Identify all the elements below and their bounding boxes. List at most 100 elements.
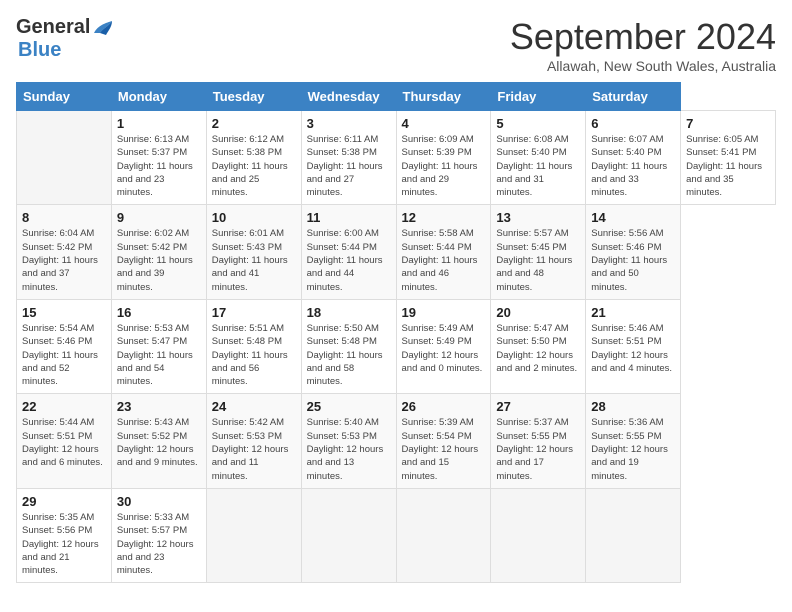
- day-info: Sunrise: 6:01 AMSunset: 5:43 PMDaylight:…: [212, 227, 296, 293]
- sunset-text: Sunset: 5:42 PM: [22, 242, 92, 253]
- daylight-minutes: and and 27 minutes.: [307, 174, 355, 198]
- day-info: Sunrise: 5:50 AMSunset: 5:48 PMDaylight:…: [307, 322, 391, 388]
- daylight-label: Daylight: 11 hours: [496, 161, 572, 172]
- sunset-text: Sunset: 5:56 PM: [22, 525, 92, 536]
- sunset-text: Sunset: 5:52 PM: [117, 431, 187, 442]
- calendar-cell: 29Sunrise: 5:35 AMSunset: 5:56 PMDayligh…: [17, 488, 112, 582]
- sunset-text: Sunset: 5:48 PM: [212, 336, 282, 347]
- sunset-text: Sunset: 5:40 PM: [591, 147, 661, 158]
- daylight-label: Daylight: 11 hours: [117, 255, 193, 266]
- sunset-text: Sunset: 5:41 PM: [686, 147, 756, 158]
- sunset-text: Sunset: 5:46 PM: [22, 336, 92, 347]
- day-number: 7: [686, 116, 770, 131]
- day-number: 30: [117, 494, 201, 509]
- sunset-text: Sunset: 5:53 PM: [212, 431, 282, 442]
- calendar-cell: 19Sunrise: 5:49 AMSunset: 5:49 PMDayligh…: [396, 299, 491, 393]
- day-number: 2: [212, 116, 296, 131]
- page-header: General Blue September 2024 Allawah, New…: [16, 16, 776, 74]
- sunrise-text: Sunrise: 6:02 AM: [117, 228, 189, 239]
- day-number: 27: [496, 399, 580, 414]
- calendar-cell: 16Sunrise: 5:53 AMSunset: 5:47 PMDayligh…: [111, 299, 206, 393]
- calendar-cell: 17Sunrise: 5:51 AMSunset: 5:48 PMDayligh…: [206, 299, 301, 393]
- sunset-text: Sunset: 5:44 PM: [307, 242, 377, 253]
- daylight-label: Daylight: 11 hours: [212, 161, 288, 172]
- day-number: 9: [117, 210, 201, 225]
- sunset-text: Sunset: 5:42 PM: [117, 242, 187, 253]
- sunrise-text: Sunrise: 6:12 AM: [212, 134, 284, 145]
- day-number: 28: [591, 399, 675, 414]
- daylight-label: Daylight: 11 hours: [117, 350, 193, 361]
- column-header-friday: Friday: [491, 83, 586, 111]
- calendar-cell: 11Sunrise: 6:00 AMSunset: 5:44 PMDayligh…: [301, 205, 396, 299]
- sunrise-text: Sunrise: 5:36 AM: [591, 417, 663, 428]
- daylight-minutes: and and 31 minutes.: [496, 174, 544, 198]
- day-number: 22: [22, 399, 106, 414]
- day-info: Sunrise: 5:58 AMSunset: 5:44 PMDaylight:…: [402, 227, 486, 293]
- day-info: Sunrise: 5:37 AMSunset: 5:55 PMDaylight:…: [496, 416, 580, 482]
- day-info: Sunrise: 6:00 AM Sunset: 5:44 PM Daylight:…: [307, 227, 391, 293]
- sunrise-text: Sunrise: 5:43 AM: [117, 417, 189, 428]
- daylight-label: Daylight: 11 hours: [307, 255, 383, 266]
- daylight-minutes: and and 21 minutes.: [22, 552, 70, 576]
- daylight-minutes: and and 2 minutes.: [496, 363, 577, 374]
- sunrise-text: Sunrise: 6:09 AM: [402, 134, 474, 145]
- daylight-minutes: and and 15 minutes.: [402, 457, 450, 481]
- day-number: 5: [496, 116, 580, 131]
- daylight-minutes: and and 58 minutes.: [307, 363, 355, 387]
- daylight-minutes: and and 17 minutes.: [496, 457, 544, 481]
- sunrise-text: Sunrise: 5:42 AM: [212, 417, 284, 428]
- calendar-cell: 21Sunrise: 5:46 AMSunset: 5:51 PMDayligh…: [586, 299, 681, 393]
- daylight-label: Daylight: 12 hours: [117, 539, 194, 550]
- logo-bird-icon: [92, 19, 114, 37]
- sunrise-text: Sunrise: 6:13 AM: [117, 134, 189, 145]
- sunrise-text: Sunrise: 6:01 AM: [212, 228, 284, 239]
- day-info: Sunrise: 5:36 AMSunset: 5:55 PMDaylight:…: [591, 416, 675, 482]
- sunrise-text: Sunrise: 5:58 AM: [402, 228, 474, 239]
- day-info: Sunrise: 5:54 AMSunset: 5:46 PMDaylight:…: [22, 322, 106, 388]
- day-info: Sunrise: 5:49 AMSunset: 5:49 PMDaylight:…: [402, 322, 486, 375]
- month-title: September 2024: [510, 16, 776, 58]
- sunrise-text: Sunrise: 5:56 AM: [591, 228, 663, 239]
- sunset-text: Sunset: 5:55 PM: [496, 431, 566, 442]
- day-number: 6: [591, 116, 675, 131]
- day-info: Sunrise: 5:47 AMSunset: 5:50 PMDaylight:…: [496, 322, 580, 375]
- daylight-label: Daylight: 12 hours: [402, 350, 479, 361]
- sunrise-text: Sunrise: 5:33 AM: [117, 512, 189, 523]
- sunrise-text: Sunrise: 6:00 AM: [307, 228, 379, 239]
- daylight-label: Daylight: 12 hours: [212, 444, 289, 455]
- daylight-label: Daylight: 12 hours: [402, 444, 479, 455]
- calendar-cell: 23Sunrise: 5:43 AMSunset: 5:52 PMDayligh…: [111, 394, 206, 488]
- column-header-wednesday: Wednesday: [301, 83, 396, 111]
- column-header-monday: Monday: [111, 83, 206, 111]
- day-number: 18: [307, 305, 391, 320]
- day-number: 24: [212, 399, 296, 414]
- daylight-minutes: and and 39 minutes.: [117, 268, 165, 292]
- day-info: Sunrise: 6:12 AMSunset: 5:38 PMDaylight:…: [212, 133, 296, 199]
- sunrise-text: Sunrise: 5:51 AM: [212, 323, 284, 334]
- day-number: 16: [117, 305, 201, 320]
- title-section: September 2024 Allawah, New South Wales,…: [510, 16, 776, 74]
- calendar-table: SundayMondayTuesdayWednesdayThursdayFrid…: [16, 82, 776, 583]
- calendar-cell: [17, 111, 112, 205]
- calendar-cell: [396, 488, 491, 582]
- sunrise-text: Sunrise: 6:11 AM: [307, 134, 379, 145]
- sunrise-text: Sunrise: 5:44 AM: [22, 417, 94, 428]
- sunrise-text: Sunrise: 5:40 AM: [307, 417, 379, 428]
- daylight-minutes: and and 9 minutes.: [117, 457, 198, 468]
- daylight-minutes: and and 13 minutes.: [307, 457, 355, 481]
- calendar-cell: 4Sunrise: 6:09 AMSunset: 5:39 PMDaylight…: [396, 111, 491, 205]
- sunset-text: Sunset: 5:54 PM: [402, 431, 472, 442]
- daylight-minutes: and and 4 minutes.: [591, 363, 672, 374]
- sunset-text: Sunset: 5:55 PM: [591, 431, 661, 442]
- day-number: 15: [22, 305, 106, 320]
- calendar-cell: [491, 488, 586, 582]
- daylight-minutes: and and 48 minutes.: [496, 268, 544, 292]
- sunrise-text: Sunrise: 5:47 AM: [496, 323, 568, 334]
- day-info: Sunrise: 5:44 AMSunset: 5:51 PMDaylight:…: [22, 416, 106, 469]
- sunrise-text: Sunrise: 6:04 AM: [22, 228, 94, 239]
- logo-general: General: [16, 16, 90, 39]
- calendar-cell: 2 Sunrise: 6:12 AMSunset: 5:38 PMDaylight…: [206, 111, 301, 205]
- day-info: Sunrise: 6:05 AMSunset: 5:41 PMDaylight:…: [686, 133, 770, 199]
- calendar-week-row: 8Sunrise: 6:04 AMSunset: 5:42 PMDaylight…: [17, 205, 776, 299]
- daylight-minutes: and and 0 minutes.: [402, 363, 483, 374]
